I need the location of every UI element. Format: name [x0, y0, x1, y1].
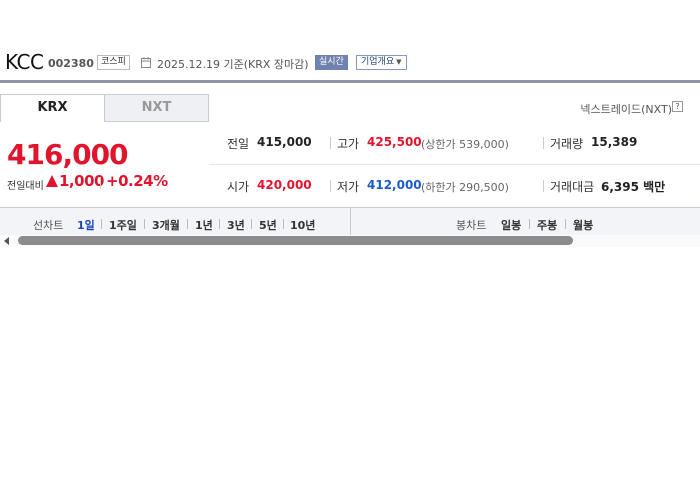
open-label: 시가 [227, 180, 250, 194]
cell-separator [330, 180, 331, 192]
nxt-link-label: 넥스트레이드(NXT) [580, 103, 672, 116]
realtime-button[interactable]: 실시간 [315, 55, 348, 70]
change-rate: +0.24% [106, 172, 168, 190]
amount-value: 6,395 백만 [601, 180, 666, 194]
tab-krx[interactable]: KRX [0, 94, 105, 122]
chevron-down-icon: ▼ [396, 58, 402, 66]
help-icon[interactable]: ? [672, 101, 683, 112]
up-arrow-icon [46, 175, 58, 187]
stats-row-divider [209, 164, 700, 165]
cell-separator [543, 180, 544, 192]
candle-daily[interactable]: 일봉 [501, 217, 521, 233]
lower-limit: (하한가 290,500) [421, 181, 509, 194]
chart-period-bar: 선차트 1일 1주일 3개월 1년 3년 5년 10년 봉차트 일봉 주봉 월봉 [0, 207, 700, 235]
period-group-divider [350, 208, 351, 235]
nxt-link[interactable]: 넥스트레이드(NXT) [580, 101, 672, 117]
change-label: 전일대비 [7, 181, 44, 192]
volume-value: 15,389 [591, 135, 638, 149]
cell-separator [330, 137, 331, 149]
tab-nxt[interactable]: NXT [104, 94, 209, 122]
current-price: 416,000 [7, 138, 129, 171]
prev-close-label: 전일 [227, 137, 250, 151]
cell-separator [543, 137, 544, 149]
candle-weekly[interactable]: 주봉 [537, 217, 557, 233]
volume-label: 거래량 [550, 137, 584, 151]
base-date: 2025.12.19 기준(KRX 장마감) [157, 58, 309, 71]
period-1y[interactable]: 1년 [195, 217, 213, 233]
period-separator [144, 219, 145, 229]
market-badge: 코스피 [97, 55, 130, 70]
high-label: 고가 [337, 137, 360, 151]
horizontal-scrollbar[interactable] [0, 235, 700, 247]
period-3y[interactable]: 3년 [227, 217, 245, 233]
period-10y[interactable]: 10년 [290, 217, 315, 233]
line-chart-label: 선차트 [33, 219, 64, 232]
period-separator [283, 219, 284, 229]
amount-label: 거래대금 [550, 180, 595, 194]
prev-close-value: 415,000 [257, 135, 312, 149]
period-3m[interactable]: 3개월 [152, 217, 180, 233]
low-value: 412,000 [367, 178, 422, 192]
period-separator [101, 219, 102, 229]
open-value: 420,000 [257, 178, 312, 192]
scroll-left-icon[interactable] [4, 237, 9, 245]
period-separator [187, 219, 188, 229]
company-overview-button[interactable]: 기업개요 ▼ [356, 55, 407, 70]
stock-header: KCC 002380 코스피 2025.12.19 기준(KRX 장마감) 실시… [0, 40, 700, 80]
period-separator [219, 219, 220, 229]
change-separator [100, 177, 101, 189]
company-name: KCC [5, 50, 44, 74]
candle-chart-label: 봉차트 [456, 219, 487, 232]
company-overview-label: 기업개요 [361, 57, 395, 67]
period-1w[interactable]: 1주일 [109, 217, 137, 233]
period-separator [251, 219, 252, 229]
scrollbar-thumb[interactable] [18, 236, 573, 245]
upper-limit: (상한가 539,000) [421, 138, 509, 151]
period-5y[interactable]: 5년 [259, 217, 277, 233]
period-1d[interactable]: 1일 [77, 217, 95, 233]
period-separator [565, 219, 566, 229]
company-code: 002380 [48, 57, 94, 70]
change-amount: 1,000 [59, 172, 104, 190]
low-label: 저가 [337, 180, 360, 194]
candle-monthly[interactable]: 월봉 [573, 217, 593, 233]
high-value: 425,500 [367, 135, 422, 149]
header-divider [0, 80, 700, 83]
calendar-icon [141, 57, 151, 68]
period-separator [529, 219, 530, 229]
